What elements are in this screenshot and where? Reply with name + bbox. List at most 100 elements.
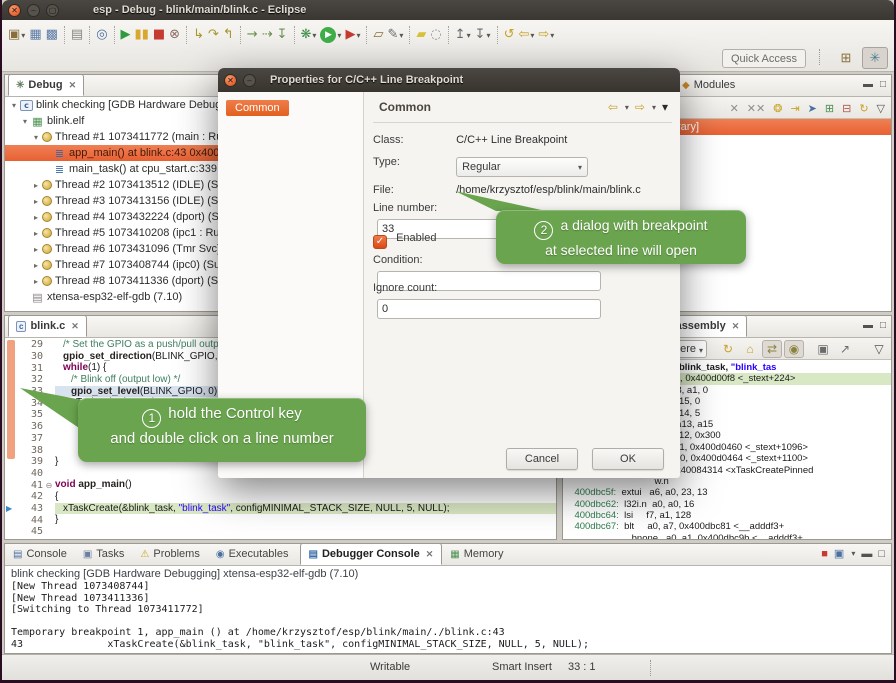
disassembly-row[interactable]: 400dbc62: l32i.n a0, a0, 16 — [563, 499, 891, 510]
display-selected-console-icon[interactable]: ▣ — [834, 547, 844, 560]
code-text[interactable]: } — [55, 514, 556, 526]
tab-debug[interactable]: ✳ Debug ✕ — [8, 74, 84, 96]
window-titlebar[interactable]: ✕ – ▢ esp - Debug - blink/main/blink.c -… — [2, 0, 894, 20]
disassembly-row[interactable]: 400dbc64: lsi f7, a1, 128 — [563, 510, 891, 521]
line-number[interactable]: 43 — [17, 503, 43, 514]
occurrences-icon[interactable]: ◌ — [428, 24, 443, 46]
code-text[interactable]: xTaskCreate(&blink_task, "blink_task", c… — [55, 503, 556, 515]
debug-perspective-icon[interactable]: ✳ — [862, 47, 888, 69]
instruction-stepping-icon[interactable]: ⇢ — [260, 24, 275, 46]
window-maximize-button[interactable]: ▢ — [46, 4, 59, 17]
expander-icon[interactable]: ▾ — [31, 133, 41, 142]
last-edit-location-icon[interactable]: ↺ — [502, 24, 517, 46]
refresh-view-icon[interactable]: ↻ — [718, 340, 738, 358]
tab-memory[interactable]: ▦Memory — [442, 543, 511, 565]
tab-blink-c[interactable]: c blink.c ✕ — [8, 315, 87, 337]
save-all-icon[interactable]: ▩ — [44, 24, 60, 46]
view-menu-icon[interactable]: ▾ — [662, 100, 668, 114]
close-tab-icon[interactable]: ✕ — [71, 321, 79, 332]
line-number[interactable]: 42 — [17, 491, 43, 502]
close-tab-icon[interactable]: ✕ — [426, 549, 434, 560]
line-number[interactable]: 39 — [17, 456, 43, 467]
show-source-icon[interactable]: ⇥ — [790, 102, 799, 115]
ok-button[interactable]: OK — [592, 448, 664, 470]
tab-debugger-console[interactable]: ▤Debugger Console✕ — [300, 543, 443, 565]
open-element-icon[interactable]: ▱ — [371, 24, 385, 46]
run-icon[interactable]: ▶▾ — [318, 24, 343, 46]
maximize-panel-icon[interactable]: □ — [878, 548, 885, 560]
load-symbols-icon[interactable]: ❂ — [773, 102, 782, 115]
show-instruction-pointer-icon[interactable]: → — [245, 24, 260, 46]
code-line[interactable]: 45 — [5, 526, 556, 538]
collapse-all-icon[interactable]: ⊟ — [842, 102, 851, 115]
line-number[interactable]: 29 — [17, 339, 43, 350]
chevron-down-icon[interactable]: ▾ — [851, 549, 855, 558]
expander-icon[interactable]: ▸ — [31, 197, 41, 206]
line-number[interactable]: 31 — [17, 363, 43, 374]
tab-console[interactable]: ▤Console — [5, 543, 75, 565]
expand-all-icon[interactable]: ⊞ — [825, 102, 834, 115]
terminate-console-icon[interactable]: ■ — [821, 548, 828, 560]
expander-icon[interactable]: ▾ — [9, 101, 19, 110]
view-menu-icon[interactable]: ▽ — [869, 340, 889, 358]
expander-icon[interactable]: ▸ — [31, 181, 41, 190]
enabled-checkbox[interactable]: ✓ — [373, 235, 387, 249]
link-editor-icon[interactable]: ↗ — [835, 340, 855, 358]
home-icon[interactable]: ⌂ — [740, 340, 760, 358]
drop-to-frame-icon[interactable]: ↧ — [275, 24, 290, 46]
forward-menu-icon[interactable]: ▾ — [652, 103, 656, 112]
new-wizard-icon[interactable]: ▣▾ — [6, 24, 27, 46]
expander-icon[interactable]: ▸ — [31, 213, 41, 222]
disassembly-row[interactable]: 400dbc67: blt a0, a7, 0x400dbc81 <__addd… — [563, 521, 891, 532]
chevron-down-icon[interactable]: ▾ — [399, 31, 403, 40]
step-over-icon[interactable]: ↷ — [206, 24, 221, 46]
search-icon[interactable]: ✎▾ — [385, 24, 405, 46]
chevron-down-icon[interactable]: ▾ — [550, 31, 554, 40]
chevron-down-icon[interactable]: ▾ — [487, 31, 491, 40]
open-perspective-icon[interactable]: ⊞ — [833, 47, 859, 69]
code-text[interactable]: { — [55, 491, 556, 503]
external-tools-icon[interactable]: ▶▾ — [343, 24, 362, 46]
next-annotation-icon[interactable]: ↧▾ — [473, 24, 493, 46]
chevron-down-icon[interactable]: ▾ — [467, 31, 471, 40]
remove-module-icon[interactable]: ✕ — [730, 102, 739, 115]
maximize-panel-icon[interactable]: □ — [880, 79, 886, 90]
console-body[interactable]: blink checking [GDB Hardware Debugging] … — [5, 566, 891, 653]
tab-problems[interactable]: ⚠Problems — [132, 543, 207, 565]
follow-execution-icon[interactable]: ◉ — [784, 340, 804, 358]
type-select[interactable]: Regular ▾ — [456, 157, 588, 177]
open-new-view-icon[interactable]: ▣ — [813, 340, 833, 358]
remove-all-modules-icon[interactable]: ✕✕ — [747, 102, 765, 115]
dialog-titlebar[interactable]: ✕ – Properties for C/C++ Line Breakpoint — [218, 68, 680, 92]
tab-executables[interactable]: ◉Executables — [208, 543, 297, 565]
select-pointer-icon[interactable]: ➤ — [808, 102, 817, 115]
minimize-panel-icon[interactable]: ▬ — [863, 79, 873, 90]
view-menu-icon[interactable]: ▽ — [877, 102, 885, 115]
dialog-minimize-button[interactable]: – — [243, 74, 256, 87]
disassembly-row[interactable]: 400dbc5f: extui a6, a0, 23, 13 — [563, 487, 891, 498]
step-return-icon[interactable]: ↰ — [221, 24, 236, 46]
back-icon[interactable]: ⇦ — [608, 100, 618, 114]
code-line[interactable]: 41⊖void app_main() — [5, 479, 556, 491]
close-tab-icon[interactable]: ✕ — [732, 321, 740, 332]
maximize-panel-icon[interactable]: □ — [880, 320, 886, 331]
chevron-down-icon[interactable]: ▾ — [356, 31, 360, 40]
line-number[interactable]: 40 — [17, 468, 43, 479]
back-icon[interactable]: ⇦▾ — [516, 24, 536, 46]
save-icon[interactable]: ▦ — [27, 24, 43, 46]
skip-breakpoints-icon[interactable]: ◎ — [94, 24, 109, 46]
previous-annotation-icon[interactable]: ↥▾ — [453, 24, 473, 46]
line-number[interactable]: 45 — [17, 526, 43, 537]
quick-access-button[interactable]: Quick Access — [722, 49, 806, 68]
highlight-icon[interactable]: ▰ — [414, 24, 428, 46]
forward-icon[interactable]: ⇨ — [635, 100, 645, 114]
expander-icon[interactable]: ▾ — [20, 117, 30, 126]
expander-icon[interactable]: ▸ — [31, 229, 41, 238]
line-number[interactable]: 38 — [17, 445, 43, 456]
disassembly-row[interactable]: bnone a0, a1, 0x400dbc9b <__adddf3+ — [563, 533, 891, 539]
suspend-icon[interactable]: ▮▮ — [133, 24, 151, 46]
expander-icon[interactable]: ▸ — [31, 277, 41, 286]
ignore-count-input[interactable] — [377, 299, 601, 319]
database-icon[interactable]: ▤ — [69, 24, 85, 46]
resume-icon[interactable]: ▶ — [119, 24, 133, 46]
